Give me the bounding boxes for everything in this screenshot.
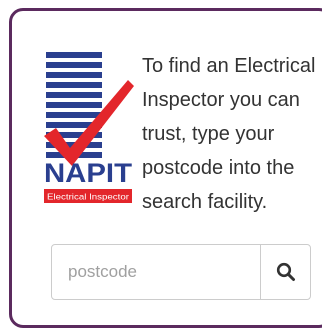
intro-line: postcode into the [142, 157, 295, 179]
postcode-input[interactable] [52, 245, 260, 299]
intro-text: To find an Electrical Inspector you can … [142, 49, 322, 219]
intro-line: trust, type your [142, 123, 275, 145]
search-icon [276, 262, 295, 281]
intro-line: Inspector you can [142, 89, 300, 111]
napit-logo: NAPIT Electrical Inspector [44, 52, 134, 203]
intro-line: search facility. [142, 191, 268, 213]
intro-line: To find an Electrical [142, 55, 316, 77]
search-button[interactable] [260, 245, 310, 299]
logo-wordmark: NAPIT [44, 158, 133, 188]
logo-subtitle: Electrical Inspector [47, 193, 129, 202]
postcode-search-form [51, 244, 311, 300]
